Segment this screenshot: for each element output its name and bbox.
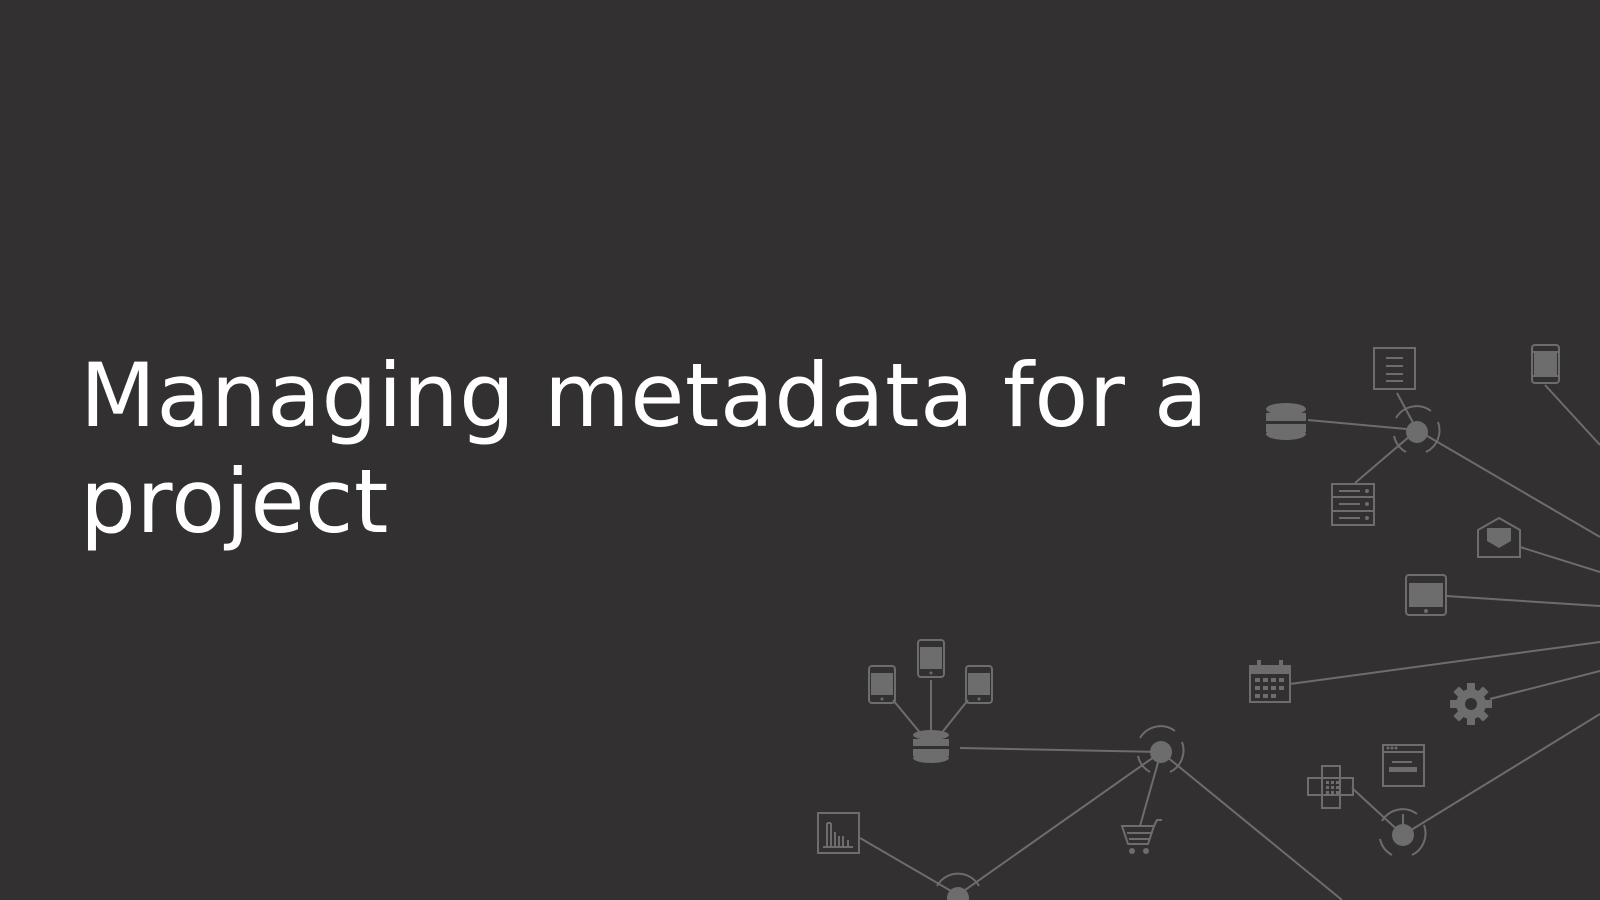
bar-chart-icon (817, 812, 860, 854)
fax-icon (1307, 765, 1354, 809)
network-graphic (817, 344, 1600, 900)
phone-icon (917, 639, 945, 678)
network-edges (859, 384, 1600, 900)
slide: Managing metadata for a project (0, 0, 1600, 900)
shopping-cart-icon (1120, 819, 1162, 854)
database-icon (1266, 403, 1306, 440)
database-icon (913, 730, 949, 763)
browser-window-icon (1382, 744, 1425, 787)
mail-icon (1477, 516, 1521, 558)
tablet-icon (1405, 574, 1447, 616)
phone-icon (868, 665, 896, 704)
gear-icon (1450, 683, 1492, 725)
server-icon (1331, 483, 1375, 526)
document-icon (1373, 347, 1416, 390)
phone-icon (965, 665, 993, 704)
phone-icon (1531, 344, 1560, 384)
calendar-icon (1249, 660, 1291, 703)
